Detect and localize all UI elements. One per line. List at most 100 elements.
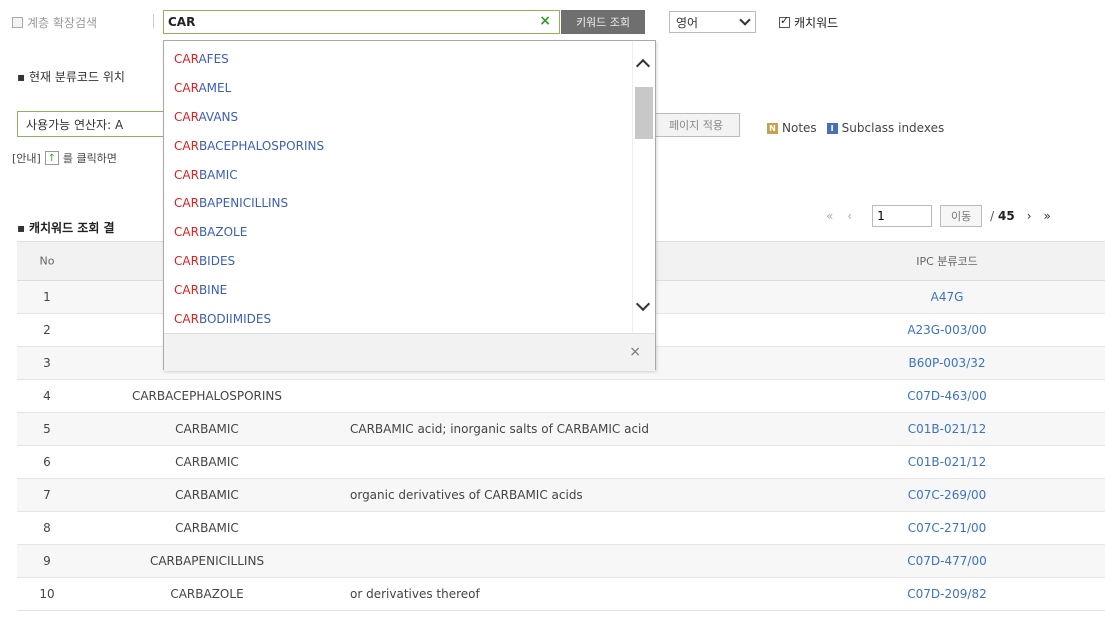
- hierarchy-search-checkbox[interactable]: 계층 확장검색: [12, 14, 97, 31]
- row-keyword: CARBAMIC: [175, 455, 239, 469]
- row-description: or derivatives thereof: [350, 587, 480, 601]
- operator-info-box: 사용가능 연산자: A: [17, 111, 167, 137]
- table-row: 7 CARBAMIC organic derivatives of CARBAMIC…: [17, 479, 1105, 512]
- results-title-text: 캐치워드 조회 결: [28, 221, 115, 235]
- subclass-index-icon: I: [826, 122, 838, 134]
- clear-search-icon[interactable]: ×: [539, 13, 551, 29]
- next-page-icon[interactable]: ›: [1027, 209, 1032, 223]
- close-dropdown-icon[interactable]: ×: [629, 344, 641, 360]
- keyword-search-button[interactable]: 키워드 조회: [561, 10, 645, 34]
- total-pages-sep: /: [990, 209, 995, 223]
- table-row: 8 CARBAMIC C07C-271/00: [17, 512, 1105, 545]
- keyword-search-input[interactable]: [168, 13, 518, 31]
- legend: N Notes I Subclass indexes: [767, 121, 944, 135]
- autocomplete-match: CAR: [174, 312, 199, 327]
- total-pages-count: 45: [998, 209, 1015, 223]
- notes-label: Notes: [782, 121, 817, 135]
- autocomplete-dropdown: CARAFES CARAMEL CARAVANS CARBACEPHALOSPORIN…: [163, 40, 656, 371]
- row-ipc-link[interactable]: C07C-271/00: [877, 521, 1017, 535]
- checkbox-checked-icon: [779, 14, 790, 28]
- autocomplete-item[interactable]: CARAVANS: [164, 103, 634, 132]
- results-title: ▪ 캐치워드 조회 결: [17, 221, 115, 235]
- autocomplete-rest: BIDES: [198, 254, 236, 269]
- autocomplete-rest: BAPENICILLINS: [198, 196, 289, 211]
- row-no: 6: [43, 455, 51, 469]
- row-ipc-link[interactable]: B60P-003/32: [877, 356, 1017, 370]
- toolbar-divider: [153, 14, 154, 28]
- row-ipc-link[interactable]: A23G-003/00: [877, 323, 1017, 337]
- autocomplete-match: CAR: [174, 138, 199, 153]
- row-keyword: CARBACEPHALOSPORINS: [131, 389, 283, 403]
- autocomplete-match: CAR: [174, 283, 199, 298]
- autocomplete-match: CAR: [174, 109, 199, 124]
- pager: « ‹ 이동 / 45 › »: [826, 205, 1051, 227]
- row-ipc-link[interactable]: C07D-477/00: [877, 554, 1017, 568]
- autocomplete-rest: AMEL: [198, 80, 232, 95]
- row-description: organic derivatives of CARBAMIC acids: [350, 488, 583, 502]
- autocomplete-match: CAR: [174, 254, 199, 269]
- row-keyword: CARBAMIC: [175, 521, 239, 535]
- autocomplete-item[interactable]: CARBAMIC: [164, 161, 634, 190]
- first-page-icon[interactable]: «: [826, 209, 833, 223]
- guide-body: 를 클릭하면: [62, 152, 117, 165]
- search-box: ×: [163, 10, 560, 34]
- header-ipc: IPC 분류코드: [916, 255, 978, 268]
- scroll-down-icon[interactable]: [635, 296, 651, 312]
- autocomplete-item[interactable]: CARBAZOLE: [164, 218, 634, 247]
- scroll-up-icon[interactable]: [635, 58, 651, 74]
- apply-page-button[interactable]: 페이지 적용: [652, 113, 740, 137]
- autocomplete-item[interactable]: CARAMEL: [164, 74, 634, 103]
- total-pages: / 45: [990, 209, 1015, 223]
- row-no: 2: [43, 323, 51, 337]
- table-row: 5 CARBAMIC CARBAMIC acid; inorganic salts …: [17, 413, 1105, 446]
- row-no: 3: [43, 356, 51, 370]
- expand-tree-icon: ↑: [44, 151, 59, 165]
- autocomplete-match: CAR: [174, 225, 199, 240]
- autocomplete-item[interactable]: CARAFES: [164, 45, 634, 74]
- guide-prefix: [안내]: [12, 152, 41, 165]
- row-ipc-link[interactable]: C07C-269/00: [877, 488, 1017, 502]
- row-no: 10: [39, 587, 55, 601]
- scroll-thumb[interactable]: [635, 87, 653, 139]
- autocomplete-item[interactable]: CARBINE: [164, 276, 634, 305]
- row-ipc-link[interactable]: C01B-021/12: [877, 422, 1017, 436]
- checkbox-icon: [12, 17, 23, 28]
- autocomplete-item[interactable]: CARBODIIMIDES: [164, 305, 634, 334]
- header-no: No: [39, 254, 55, 268]
- autocomplete-item[interactable]: CARBIDES: [164, 247, 634, 276]
- row-ipc-link[interactable]: A47G: [877, 290, 1017, 304]
- go-page-button[interactable]: 이동: [940, 205, 983, 227]
- row-ipc-link[interactable]: C01B-021/12: [877, 455, 1017, 469]
- page-number-input[interactable]: [872, 205, 933, 227]
- autocomplete-rest: AFES: [198, 52, 229, 66]
- autocomplete-rest: BINE: [198, 283, 228, 298]
- row-no: 5: [43, 422, 51, 436]
- current-code-title: ▪ 현재 분류코드 위치: [17, 70, 125, 84]
- table-row: 10 CARBAZOLE or derivatives thereof C07D-20…: [17, 578, 1105, 611]
- operator-label: 사용가능 연산자: A: [26, 117, 124, 132]
- autocomplete-rest: BAMIC: [198, 167, 238, 182]
- prev-page-icon[interactable]: ‹: [847, 209, 852, 223]
- hierarchy-search-label: 계층 확장검색: [27, 16, 98, 30]
- row-ipc-link[interactable]: C07D-209/82: [877, 587, 1017, 601]
- last-page-icon[interactable]: »: [1044, 209, 1051, 223]
- row-no: 4: [43, 389, 51, 403]
- chevron-down-icon: [739, 14, 751, 26]
- autocomplete-rest: BAZOLE: [198, 225, 248, 240]
- row-keyword: CARBAZOLE: [170, 587, 244, 601]
- autocomplete-item[interactable]: CARBAPENICILLINS: [164, 189, 634, 218]
- language-select[interactable]: 영어: [669, 11, 756, 33]
- table-row: 6 CARBAMIC C01B-021/12: [17, 446, 1105, 479]
- current-code-title-text: 현재 분류코드 위치: [28, 70, 125, 84]
- autocomplete-list: CARAFES CARAMEL CARAVANS CARBACEPHALOSPORIN…: [164, 45, 634, 334]
- notes-icon: N: [767, 122, 778, 134]
- guide-text: [안내] ↑ 를 클릭하면: [12, 150, 117, 166]
- catchword-checkbox[interactable]: 캐치워드: [779, 14, 838, 31]
- dropdown-scrollbar[interactable]: [632, 41, 655, 333]
- autocomplete-item[interactable]: CARBACEPHALOSPORINS: [164, 132, 634, 161]
- row-keyword: CARBAPENICILLINS: [149, 554, 265, 568]
- row-keyword: CARBAMIC: [175, 422, 239, 436]
- catchword-label: 캐치워드: [794, 16, 839, 30]
- row-no: 1: [43, 290, 51, 304]
- row-ipc-link[interactable]: C07D-463/00: [877, 389, 1017, 403]
